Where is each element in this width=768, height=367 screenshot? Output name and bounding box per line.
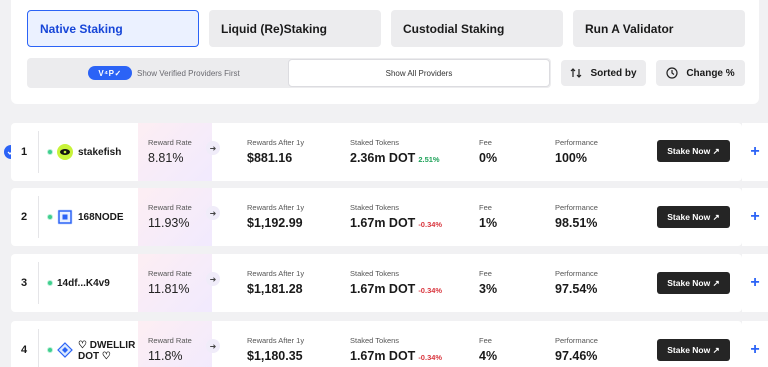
online-status-dot [47,347,53,353]
reward-rate-value: 11.93% [148,216,190,230]
tab-native-staking[interactable]: Native Staking [27,10,199,47]
provider-name[interactable]: 14df...K4v9 [57,278,110,289]
staked-change-value: 2.51% [418,155,440,164]
node-cube-icon [57,209,73,225]
expand-row-button[interactable]: + [742,254,768,312]
provider-filter-toggle: V⁴P✓ Show Verified Providers First Show … [27,58,551,88]
staked-tokens-label: Staked Tokens [350,138,400,147]
tab-custodial-staking[interactable]: Custodial Staking [391,10,563,47]
staked-tokens-value: 1.67m DOT -0.34% [350,282,443,296]
tab-liquid-restaking[interactable]: Liquid (Re)Staking [209,10,381,47]
provider-row[interactable]: 4 ♡ DWELLIR DOT ♡ Reward Rate 11.8% ➜ Rew… [11,321,742,367]
staked-tokens-label: Staked Tokens [350,269,400,278]
sort-arrows-icon [571,68,582,78]
provider-row[interactable]: 3 14df...K4v9 Reward Rate 11.81% ➜ Rewar… [11,254,742,312]
rewards-after-label: Rewards After 1y [247,138,305,147]
rewards-after-label: Rewards After 1y [247,269,305,278]
staked-tokens-value: 1.67m DOT -0.34% [350,349,443,363]
staked-tokens-value: 2.36m DOT 2.51% [350,151,440,165]
fee-value: 3% [479,282,498,296]
online-status-dot [47,149,53,155]
stake-now-button[interactable]: Stake Now ↗ [657,140,730,162]
change-percent-button[interactable]: Change % [656,60,745,86]
rewards-after-value: $1,181.28 [247,282,303,296]
expand-row-button[interactable]: + [742,321,768,367]
reward-rate-cell: Reward Rate 11.8% [138,321,212,367]
reward-rate-label: Reward Rate [148,138,192,147]
provider-row[interactable]: 2 168NODE Reward Rate 11.93% ➜ Rewards A… [11,188,742,246]
performance-label: Performance [555,203,598,212]
arrow-right-icon[interactable]: ➜ [206,272,220,286]
verified-badge: V⁴P✓ [88,66,132,80]
stake-now-button[interactable]: Stake Now ↗ [657,272,730,294]
arrow-right-icon[interactable]: ➜ [206,206,220,220]
provider-name[interactable]: ♡ DWELLIR DOT ♡ [78,340,135,362]
rewards-after-label: Rewards After 1y [247,336,305,345]
fee-label: Fee [479,269,492,278]
show-verified-option[interactable]: V⁴P✓ Show Verified Providers First [27,58,288,88]
reward-rate-value: 8.81% [148,151,184,165]
arrow-right-icon[interactable]: ➜ [206,141,220,155]
provider-row[interactable]: 1 stakefish Reward Rate 8.81% ➜ Rewards … [11,123,742,181]
show-all-label: Show All Providers [385,68,453,78]
fish-eye-icon [57,144,73,160]
change-label: Change % [686,67,735,79]
rewards-after-label: Rewards After 1y [247,203,305,212]
reward-rate-label: Reward Rate [148,269,192,278]
provider-name[interactable]: stakefish [78,147,121,158]
provider-rank: 4 [21,344,28,356]
reward-rate-label: Reward Rate [148,336,192,345]
rewards-after-value: $881.16 [247,151,293,165]
provider-name[interactable]: 168NODE [78,212,124,223]
rewards-after-value: $1,192.99 [247,216,303,230]
staked-tokens-value: 1.67m DOT -0.34% [350,216,443,230]
fee-label: Fee [479,138,492,147]
provider-rank: 1 [21,146,28,158]
show-verified-label: Show Verified Providers First [137,68,240,78]
provider-rank: 3 [21,277,28,289]
rewards-after-value: $1,180.35 [247,349,303,363]
performance-label: Performance [555,336,598,345]
reward-rate-cell: Reward Rate 8.81% [138,123,212,181]
sort-button[interactable]: Sorted by [561,60,646,86]
reward-rate-cell: Reward Rate 11.93% [138,188,212,246]
performance-value: 100% [555,151,587,165]
reward-rate-value: 11.81% [148,282,190,296]
performance-label: Performance [555,269,598,278]
staked-tokens-label: Staked Tokens [350,336,400,345]
stake-now-button[interactable]: Stake Now ↗ [657,206,730,228]
expand-row-button[interactable]: + [742,188,768,246]
staked-change-value: -0.34% [418,220,443,229]
online-status-dot [47,280,53,286]
staked-change-value: -0.34% [418,286,443,295]
performance-value: 97.46% [555,349,598,363]
fee-value: 1% [479,216,498,230]
tab-run-a-validator[interactable]: Run A Validator [573,10,745,47]
fee-value: 4% [479,349,498,363]
stake-now-button[interactable]: Stake Now ↗ [657,339,730,361]
fee-value: 0% [479,151,498,165]
provider-rank: 2 [21,211,28,223]
expand-row-button[interactable]: + [742,123,768,181]
performance-label: Performance [555,138,598,147]
online-status-dot [47,214,53,220]
reward-rate-cell: Reward Rate 11.81% [138,254,212,312]
staked-change-value: -0.34% [418,353,443,362]
staked-tokens-label: Staked Tokens [350,203,400,212]
show-all-option[interactable]: Show All Providers [288,59,550,87]
fee-label: Fee [479,336,492,345]
performance-value: 97.54% [555,282,598,296]
reward-rate-value: 11.8% [148,349,183,363]
performance-value: 98.51% [555,216,598,230]
dwellir-diamond-icon [57,342,73,358]
sort-label: Sorted by [590,67,637,79]
fee-label: Fee [479,203,492,212]
clock-icon [666,67,678,79]
arrow-right-icon[interactable]: ➜ [206,339,220,353]
reward-rate-label: Reward Rate [148,203,192,212]
